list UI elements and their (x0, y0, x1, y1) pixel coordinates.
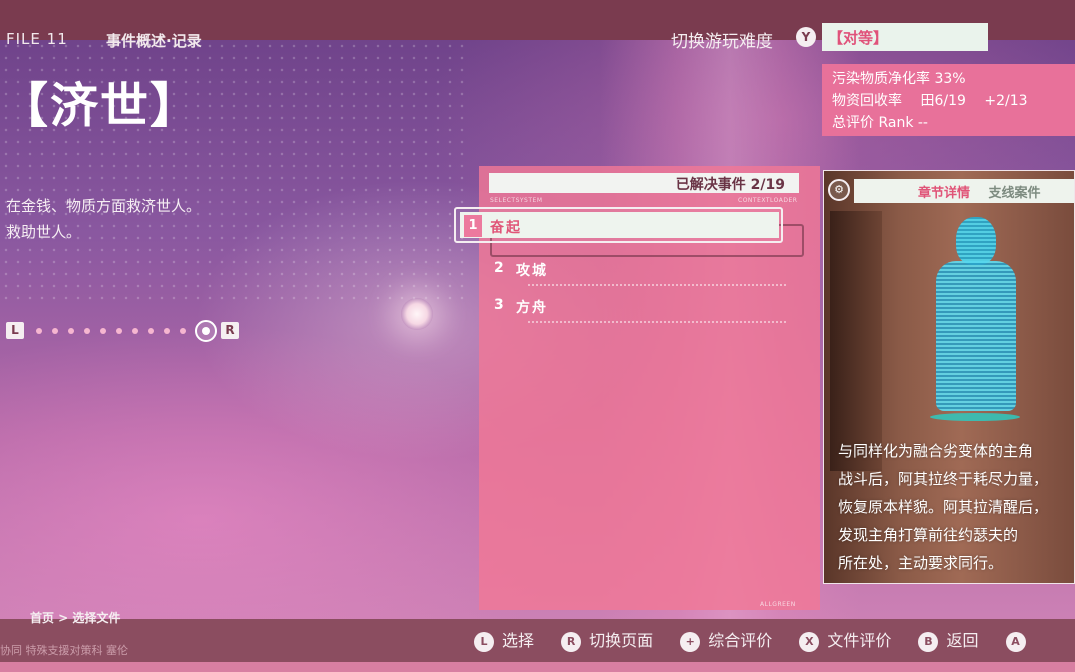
dotted-divider (528, 321, 786, 323)
difficulty-label: 切换游玩难度 (671, 32, 773, 52)
chapter-summary: 与同样化为融合劣变体的主角 战斗后，阿其拉终于耗尽力量， 恢复原本样貌。阿其拉清… (838, 437, 1074, 577)
solved-events-header: 已解决事件 2/19 (489, 173, 799, 193)
breadcrumb: 首页 > 选择文件 (30, 611, 121, 625)
event-item[interactable]: 3 方舟 (458, 290, 788, 327)
hint-label: 文件评价 (827, 631, 892, 650)
page-dot[interactable] (100, 328, 106, 334)
recover-value-a: 田6/19 (920, 93, 966, 109)
card-scene-pillar (830, 211, 882, 471)
y-button-icon[interactable]: Y (796, 27, 816, 47)
page-dot[interactable] (116, 328, 122, 334)
page-dot-selected[interactable] (195, 320, 217, 342)
hologram-head (956, 217, 996, 265)
glow-orb (401, 298, 433, 330)
description-line: 救助世人。 (6, 223, 82, 241)
file-description: 在金钱、物质方面救济世人。 救助世人。 (6, 193, 201, 245)
hologram-base (930, 413, 1020, 421)
hologram-figure (924, 217, 1024, 457)
medal-icon: ⚙ (828, 179, 850, 201)
hint-confirm[interactable]: A (1005, 631, 1034, 652)
x-button-icon: X (799, 632, 820, 652)
page-dot[interactable] (180, 328, 186, 334)
hint-label: 切换页面 (589, 631, 654, 650)
hint-label: 返回 (946, 631, 979, 650)
panel-tag-left: SELECTSYSTEM (490, 197, 543, 204)
hint-file-rating[interactable]: X 文件评价 (799, 627, 891, 652)
chapter-detail-card: ⚙ 章节详情 支线案件 与同样化为融合劣变体的主角 战斗后，阿其拉终于耗尽力量，… (823, 170, 1075, 584)
page-dot[interactable] (164, 328, 170, 334)
l-button-icon: L (474, 632, 494, 652)
dotted-divider (528, 284, 786, 286)
file-pager[interactable]: L R (6, 320, 242, 342)
hint-back[interactable]: B 返回 (918, 627, 978, 652)
page-dot[interactable] (36, 328, 42, 334)
event-label: 奋起 (490, 220, 522, 236)
stats-panel: 污染物质净化率 33% 物资回收率 田6/19 +2/13 总评价 Rank -… (822, 64, 1075, 136)
b-button-icon: B (918, 632, 939, 652)
recover-value-b: +2/13 (984, 93, 1028, 109)
difficulty-value[interactable]: 【对等】 (822, 23, 988, 51)
tab-side-case[interactable]: 支线案件 (989, 186, 1041, 201)
hint-label: 综合评价 (708, 631, 773, 650)
summary-line: 与同样化为融合劣变体的主角 (838, 442, 1034, 460)
r-button-icon[interactable]: R (221, 322, 239, 339)
event-number: 2 (494, 260, 504, 276)
panel-tag-right: CONTEXTLOADER (738, 197, 798, 204)
event-number: 1 (464, 215, 482, 237)
card-tabs: 章节详情 支线案件 (854, 179, 1074, 203)
page-dot[interactable] (68, 328, 74, 334)
event-list: 1 奋起 2 攻城 3 方舟 (454, 207, 804, 327)
bottom-strip (0, 662, 1075, 672)
summary-line: 战斗后，阿其拉终于耗尽力量， (838, 470, 1049, 488)
plus-button-icon: + (680, 632, 701, 652)
hint-switch-page[interactable]: R 切换页面 (561, 627, 653, 652)
purify-rate: 污染物质净化率 33% (832, 71, 966, 87)
hint-label: 选择 (502, 631, 535, 650)
page-dot[interactable] (84, 328, 90, 334)
hologram-body (936, 261, 1016, 411)
summary-line: 发现主角打算前往约瑟夫的 (838, 526, 1019, 544)
file-number: FILE 11 (6, 30, 68, 48)
page-dot[interactable] (52, 328, 58, 334)
file-subtitle: 事件概述·记录 (106, 32, 202, 50)
summary-line: 所在处，主动要求同行。 (838, 554, 1004, 572)
event-label: 攻城 (516, 263, 548, 279)
event-label: 方舟 (516, 300, 548, 316)
page-title: 【济世】 (0, 78, 201, 134)
event-item[interactable]: 2 攻城 (458, 253, 788, 290)
bottom-ticker: 协同 特殊支援对策科 塞伦 (0, 644, 128, 657)
recover-rate: 物资回收率 田6/19 +2/13 (832, 90, 1065, 112)
hint-select[interactable]: L 选择 (474, 627, 534, 652)
panel-tag-bottom: ALLGREEN (760, 601, 796, 608)
tab-chapter-detail[interactable]: 章节详情 (918, 186, 970, 201)
overall-rank: 总评价 Rank -- (832, 115, 928, 131)
game-screen: FILE 11 事件概述·记录 【济世】 在金钱、物质方面救济世人。 救助世人。… (0, 0, 1075, 672)
summary-line: 恢复原本样貌。阿其拉清醒后， (838, 498, 1049, 516)
description-line: 在金钱、物质方面救济世人。 (6, 197, 202, 215)
button-hints: L 选择 R 切换页面 + 综合评价 X 文件评价 B 返回 A (474, 627, 1056, 652)
event-number: 3 (494, 297, 504, 313)
r-button-icon: R (561, 632, 582, 652)
recover-label: 物资回收率 (832, 93, 902, 109)
event-item-selected[interactable]: 1 奋起 (454, 207, 804, 257)
hint-overall-rating[interactable]: + 综合评价 (680, 627, 772, 652)
page-dot[interactable] (132, 328, 138, 334)
l-button-icon[interactable]: L (6, 322, 24, 339)
page-dot[interactable] (148, 328, 154, 334)
a-button-icon: A (1005, 632, 1026, 652)
